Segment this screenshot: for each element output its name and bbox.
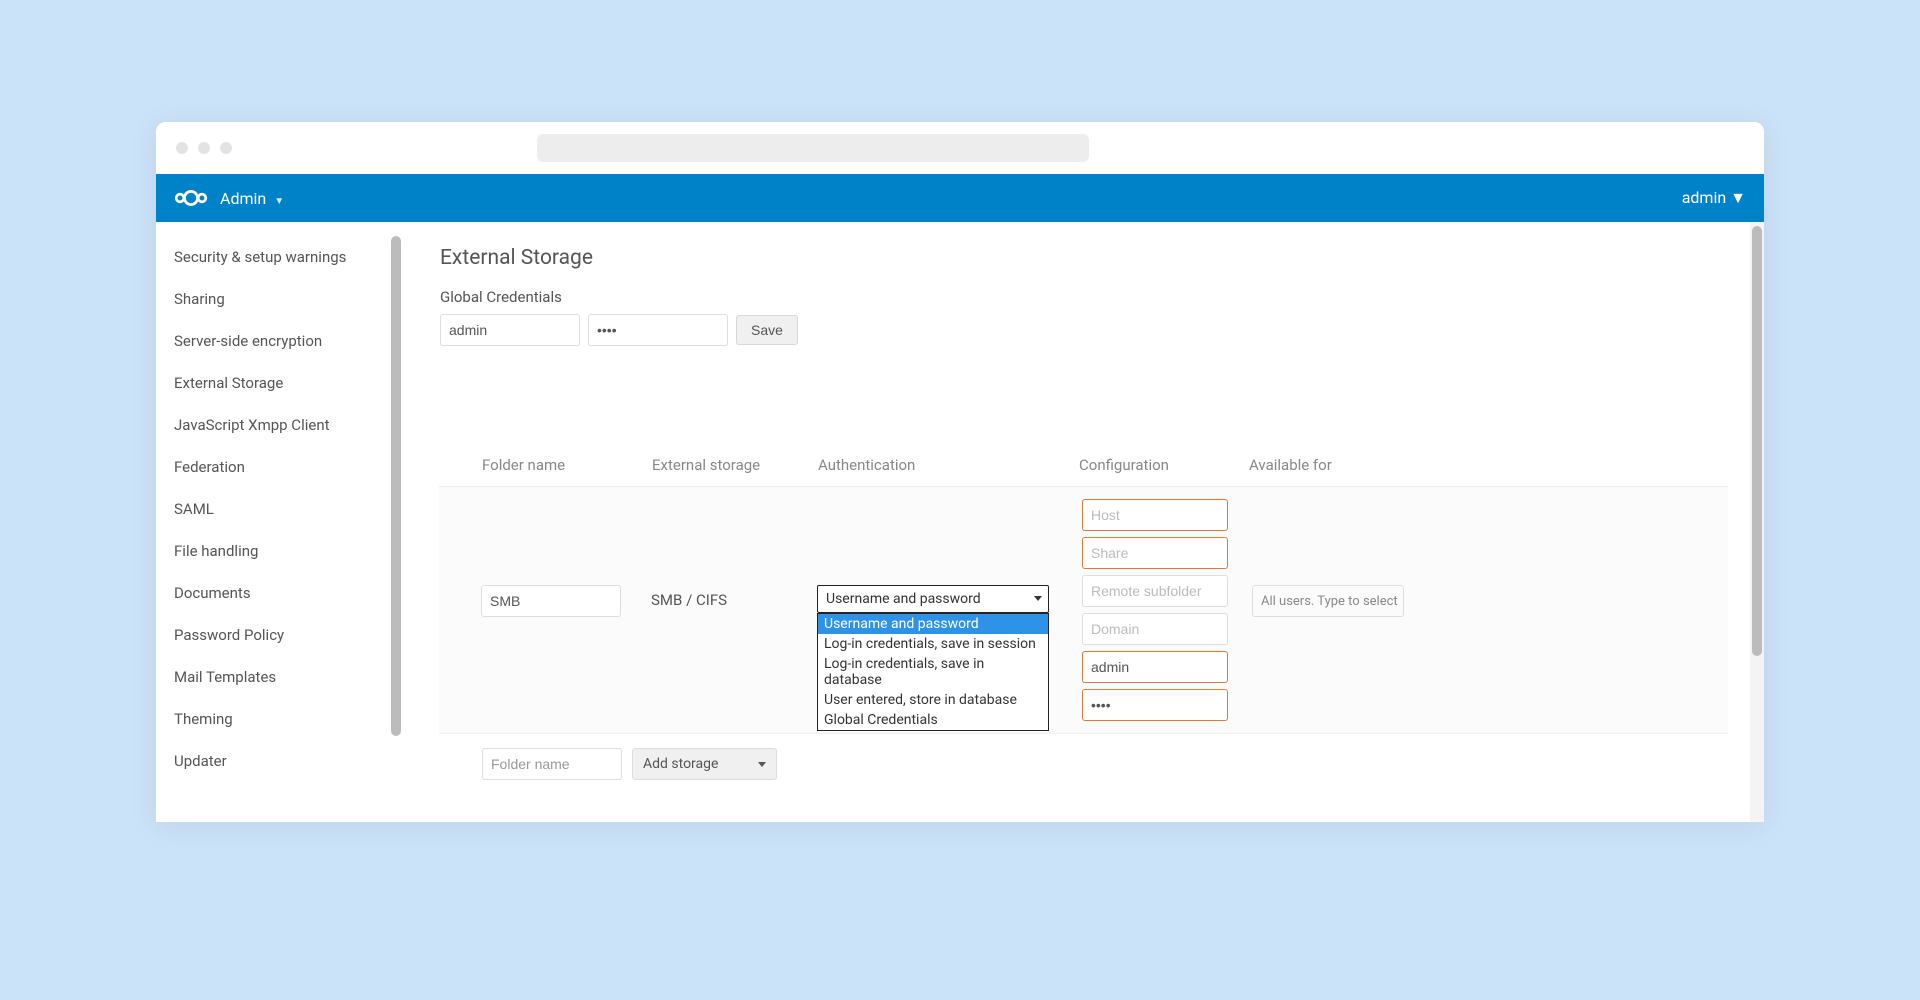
allow-mount-label: Allow users to mount external storage: [463, 820, 716, 822]
sidebar-scrollbar[interactable]: [390, 232, 402, 782]
main-scrollbar[interactable]: [1750, 222, 1764, 822]
window-controls: [176, 142, 232, 154]
topbar: Admin ▼ admin ▼: [156, 174, 1764, 222]
app-window: Admin ▼ admin ▼ Security & setup warning…: [156, 122, 1764, 822]
auth-option[interactable]: Log-in credentials, save in session: [818, 634, 1048, 654]
table-header: Folder name External storage Authenticat…: [440, 456, 1728, 486]
sidebar-item-saml[interactable]: SAML: [156, 488, 404, 530]
global-credentials-heading: Global Credentials: [440, 288, 1728, 306]
caret-down-icon: [758, 762, 766, 767]
app-menu[interactable]: Admin ▼: [220, 189, 284, 208]
caret-down-icon: ▼: [274, 196, 284, 207]
config-host-input[interactable]: [1082, 499, 1228, 531]
user-menu[interactable]: admin ▼: [1682, 188, 1746, 208]
sidebar-item-file-handling[interactable]: File handling: [156, 530, 404, 572]
new-folder-name-input[interactable]: [482, 748, 622, 780]
content-area: Security & setup warnings Sharing Server…: [156, 222, 1764, 822]
window-dot[interactable]: [198, 142, 210, 154]
config-username-input[interactable]: [1082, 651, 1228, 683]
global-username-input[interactable]: [440, 314, 580, 346]
authentication-select[interactable]: Username and password: [817, 585, 1049, 613]
sidebar-item-external-storage[interactable]: External Storage: [156, 362, 404, 404]
col-external-storage: External storage: [652, 456, 818, 474]
storage-row: SMB / CIFS Username and password Usernam…: [439, 486, 1728, 734]
col-authentication: Authentication: [818, 456, 1079, 474]
sidebar-item-security-setup[interactable]: Security & setup warnings: [156, 236, 404, 278]
authentication-selected: Username and password: [826, 591, 981, 607]
save-button[interactable]: Save: [736, 315, 798, 345]
topbar-left: Admin ▼: [174, 188, 284, 208]
config-cell: [1082, 499, 1252, 721]
sidebar-item-theming[interactable]: Theming: [156, 698, 404, 740]
browser-chrome: [156, 122, 1764, 174]
sidebar-item-documents[interactable]: Documents: [156, 572, 404, 614]
sidebar-item-sharing[interactable]: Sharing: [156, 278, 404, 320]
sidebar-item-password-policy[interactable]: Password Policy: [156, 614, 404, 656]
sidebar: Security & setup warnings Sharing Server…: [156, 222, 404, 822]
page-title: External Storage: [440, 246, 1728, 270]
user-menu-label: admin: [1682, 188, 1726, 207]
config-password-input[interactable]: [1082, 689, 1228, 721]
add-storage-select[interactable]: Add storage: [632, 748, 777, 780]
sidebar-item-xmpp[interactable]: JavaScript Xmpp Client: [156, 404, 404, 446]
col-available-for: Available for: [1249, 456, 1409, 474]
logo-icon: [174, 188, 208, 208]
sidebar-item-mail-templates[interactable]: Mail Templates: [156, 656, 404, 698]
add-storage-label: Add storage: [643, 756, 718, 772]
auth-option[interactable]: Username and password: [818, 614, 1048, 634]
sidebar-item-federation[interactable]: Federation: [156, 446, 404, 488]
global-credentials-row: Save: [440, 314, 1728, 346]
folder-name-input[interactable]: [481, 585, 621, 617]
config-remote-subfolder-input[interactable]: [1082, 575, 1228, 607]
main-panel: External Storage Global Credentials Save…: [404, 222, 1764, 822]
caret-down-icon: [1034, 596, 1042, 601]
window-dot[interactable]: [220, 142, 232, 154]
add-storage-row: Add storage: [482, 748, 1728, 780]
col-folder-name: Folder name: [482, 456, 652, 474]
allow-mount-row: Allow users to mount external storage: [440, 820, 1728, 822]
sidebar-item-encryption[interactable]: Server-side encryption: [156, 320, 404, 362]
auth-option[interactable]: User entered, store in database: [818, 690, 1048, 710]
available-for-input[interactable]: All users. Type to select: [1252, 585, 1404, 617]
external-storage-label: SMB / CIFS: [651, 499, 817, 609]
config-share-input[interactable]: [1082, 537, 1228, 569]
auth-option[interactable]: Global Credentials: [818, 710, 1048, 730]
global-password-input[interactable]: [588, 314, 728, 346]
allow-mount-checkbox[interactable]: [440, 822, 455, 823]
auth-option[interactable]: Log-in credentials, save in database: [818, 654, 1048, 690]
topbar-right: admin ▼: [1658, 188, 1746, 208]
sidebar-item-updater[interactable]: Updater: [156, 740, 404, 782]
col-configuration: Configuration: [1079, 456, 1249, 474]
app-menu-label: Admin: [220, 189, 266, 208]
config-domain-input[interactable]: [1082, 613, 1228, 645]
authentication-dropdown: Username and password Log-in credentials…: [817, 613, 1049, 731]
caret-down-icon: ▼: [1730, 188, 1746, 207]
url-bar[interactable]: [537, 134, 1089, 162]
window-dot[interactable]: [176, 142, 188, 154]
